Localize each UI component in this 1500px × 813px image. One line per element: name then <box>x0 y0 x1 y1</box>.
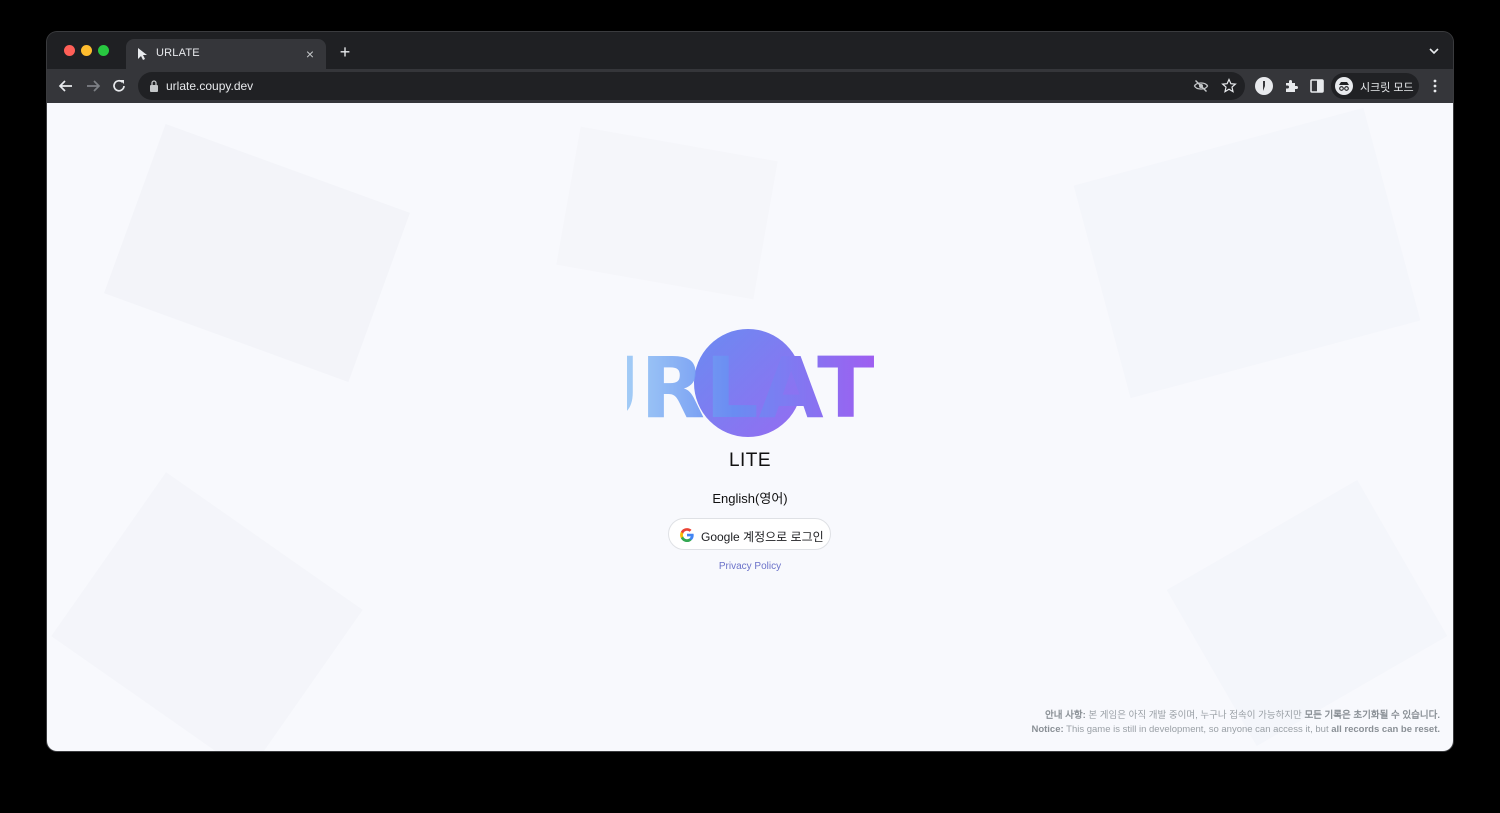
address-bar[interactable]: urlate.coupy.dev <box>138 72 1245 100</box>
google-login-button[interactable]: Google 계정으로 로그인 <box>668 518 831 550</box>
background-shape <box>556 126 778 300</box>
background-shape <box>104 123 410 383</box>
incognito-profile-button[interactable]: 시크릿 모드 <box>1331 73 1419 99</box>
notice-korean: 안내 사항: 본 게임은 아직 개발 중이며, 누구나 접속이 가능하지만 모든… <box>1044 710 1440 721</box>
privacy-policy-link[interactable]: Privacy Policy <box>47 561 1453 572</box>
toolbar: urlate.coupy.dev 시크릿 모드 <box>47 69 1453 103</box>
browser-window: URLATE × + urlate.coupy.dev 시크릿 모드 RLAT … <box>47 32 1453 751</box>
reload-icon[interactable] <box>110 77 128 95</box>
chevron-down-icon[interactable] <box>1427 44 1441 58</box>
url-text: urlate.coupy.dev <box>166 79 254 93</box>
plus-icon[interactable]: + <box>336 43 354 61</box>
extension-key-icon[interactable] <box>1255 77 1273 95</box>
star-icon[interactable] <box>1221 78 1237 94</box>
minimize-window-button[interactable] <box>81 45 92 56</box>
maximize-window-button[interactable] <box>98 45 109 56</box>
back-arrow-icon[interactable] <box>57 77 75 95</box>
background-shape <box>1166 480 1448 746</box>
more-vert-icon[interactable] <box>1426 77 1444 95</box>
incognito-label: 시크릿 모드 <box>1360 82 1414 94</box>
tab-strip: URLATE × + <box>47 32 1453 69</box>
notice-text: 안내 사항: 본 게임은 아직 개발 중이며, 누구나 접속이 가능하지만 모든… <box>1031 709 1440 737</box>
background-shape <box>1073 107 1421 399</box>
close-icon[interactable]: × <box>302 46 318 62</box>
google-login-label: Google 계정으로 로그인 <box>701 530 824 544</box>
sidepanel-icon[interactable] <box>1308 77 1326 95</box>
close-window-button[interactable] <box>64 45 75 56</box>
page-content: URLATE LITE English(영어) Google 계정으로 로그인 … <box>47 103 1453 751</box>
cursor-icon <box>138 48 147 60</box>
language-selector[interactable]: English(영어) <box>47 488 1453 507</box>
urlate-logo: URLATE <box>572 327 932 439</box>
incognito-icon <box>1335 77 1353 95</box>
google-g-icon <box>680 528 694 542</box>
logo-text: URLATE <box>627 339 877 437</box>
background-shape <box>51 472 363 751</box>
forward-arrow-icon[interactable] <box>84 77 102 95</box>
tab-urlate[interactable]: URLATE × <box>126 39 326 69</box>
page-subtitle: LITE <box>728 450 772 471</box>
tab-title: URLATE <box>156 47 200 59</box>
notice-english: Notice: This game is still in developmen… <box>1031 724 1440 735</box>
lock-icon <box>150 80 158 92</box>
extension-puzzle-icon[interactable] <box>1282 77 1300 95</box>
eye-off-icon[interactable] <box>1193 78 1209 94</box>
